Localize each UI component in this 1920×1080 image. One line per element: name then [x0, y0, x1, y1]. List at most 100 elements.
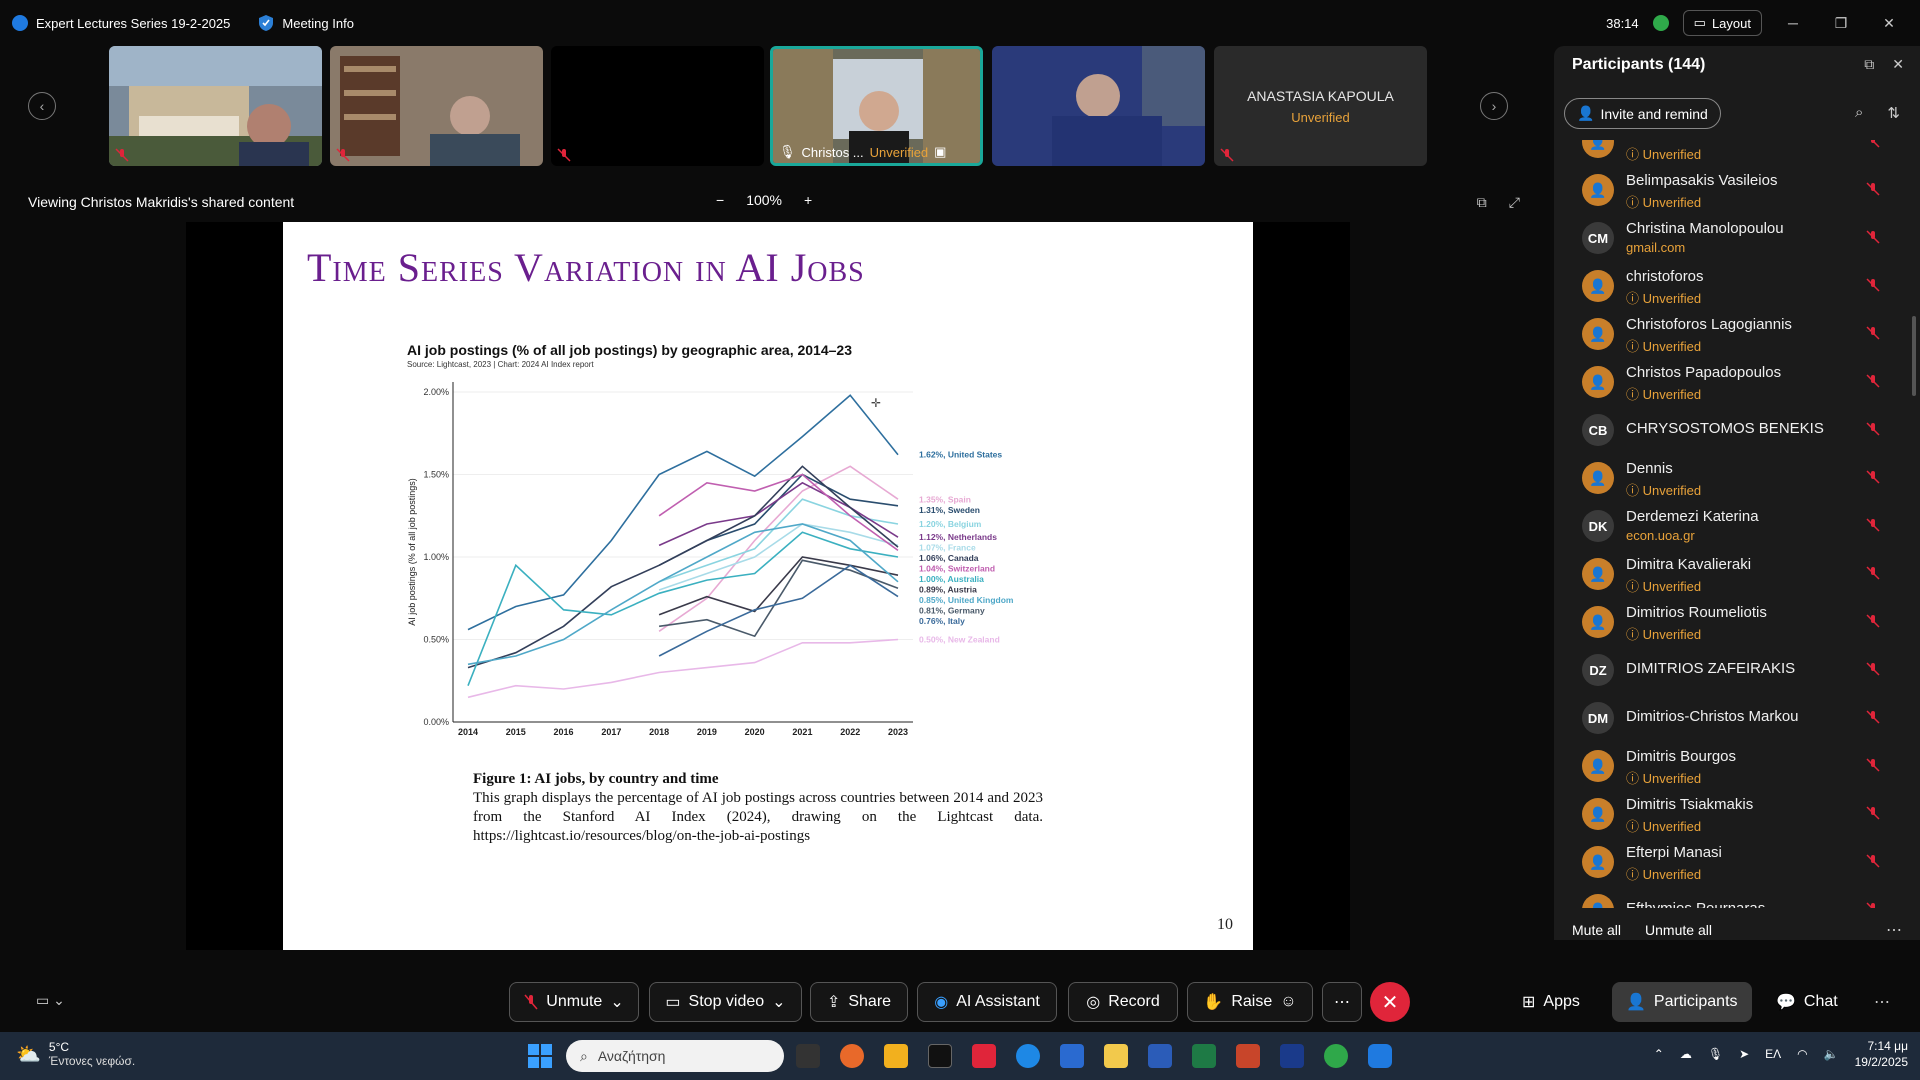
stop-video-button[interactable]: ▭ Stop video ⌄ — [649, 982, 802, 1022]
video-tile[interactable] — [330, 46, 543, 166]
participant-row[interactable]: 👤 Efterpi Manasi ⓘ Unverified — [1554, 838, 1914, 886]
word-icon[interactable] — [1148, 1044, 1172, 1068]
fullscreen-icon[interactable]: ⤢ — [1509, 194, 1520, 211]
participant-row[interactable]: DZ DIMITRIOS ZAFEIRAKIS — [1554, 646, 1914, 694]
participant-row[interactable]: 👤 Belimpasakis Vasileios ⓘ Unverified — [1554, 166, 1914, 214]
mic-muted-icon[interactable] — [1866, 566, 1880, 580]
chrome-icon[interactable] — [1324, 1044, 1348, 1068]
video-tile-no-video[interactable]: ANASTASIA KAPOULA Unverified — [1214, 46, 1427, 166]
network-status-icon[interactable] — [1652, 15, 1669, 31]
language-indicator[interactable]: ΕΛ — [1765, 1047, 1781, 1061]
sort-icon[interactable]: ⇅ — [1887, 104, 1900, 122]
mic-muted-icon[interactable] — [1866, 518, 1880, 532]
mic-muted-icon — [336, 148, 350, 162]
webex-meetings-icon[interactable] — [1368, 1044, 1392, 1068]
strip-prev-icon[interactable]: ‹ — [28, 92, 56, 120]
scrollbar[interactable] — [1912, 316, 1916, 396]
layout-button[interactable]: ▭ Layout — [1682, 10, 1762, 36]
chevron-up-icon[interactable]: ⌃ — [1654, 1047, 1664, 1061]
record-button[interactable]: ◎ Record — [1068, 982, 1178, 1022]
mic-muted-icon[interactable] — [1866, 662, 1880, 676]
location-icon[interactable]: ➤ — [1739, 1047, 1749, 1061]
participant-row[interactable]: CB CHRYSOSTOMOS BENEKIS — [1554, 406, 1914, 454]
restore-icon[interactable]: ❐ — [1824, 15, 1858, 32]
video-tile[interactable] — [992, 46, 1205, 166]
unmute-button[interactable]: Unmute ⌄ — [509, 982, 639, 1022]
mic-muted-icon[interactable] — [1866, 902, 1880, 908]
mic-muted-icon[interactable] — [1866, 614, 1880, 628]
participant-row[interactable]: 👤 Efthymios Pournaras — [1554, 886, 1914, 908]
tradingview-icon[interactable] — [928, 1044, 952, 1068]
participant-row[interactable]: 👤 ⓘ Unverified — [1554, 140, 1914, 166]
mic-muted-icon[interactable] — [1866, 182, 1880, 196]
mic-muted-icon[interactable] — [1866, 374, 1880, 388]
minimize-icon[interactable]: ─ — [1776, 15, 1810, 31]
participant-row[interactable]: 👤 Dimitrios Roumeliotis ⓘ Unverified — [1554, 598, 1914, 646]
pop-out-icon[interactable]: ⧉ — [1864, 56, 1874, 73]
excel-icon[interactable] — [1192, 1044, 1216, 1068]
participant-row[interactable]: DK Derdemezi Katerina econ.uoa.gr — [1554, 502, 1914, 550]
toolbar-more-icon[interactable]: ⋯ — [1874, 982, 1890, 1022]
store-icon[interactable] — [1060, 1044, 1084, 1068]
participant-row[interactable]: 👤 Dimitra Kavalieraki ⓘ Unverified — [1554, 550, 1914, 598]
mic-muted-icon[interactable] — [1866, 710, 1880, 724]
search-icon[interactable]: ⌕ — [1855, 104, 1863, 122]
mic-muted-icon[interactable] — [1866, 326, 1880, 340]
share-button[interactable]: ⇪ Share — [810, 982, 908, 1022]
webex-icon[interactable] — [1280, 1044, 1304, 1068]
apps-button[interactable]: ⊞ Apps — [1522, 982, 1580, 1022]
close-panel-icon[interactable]: ✕ — [1892, 56, 1904, 73]
raise-hand-button[interactable]: ✋ Raise ☺ — [1187, 982, 1313, 1022]
edge-icon[interactable] — [1016, 1044, 1040, 1068]
active-speaker-tile[interactable]: 🎙 Christos ... Unverified ▣ — [770, 46, 983, 166]
cloud-icon[interactable]: ☁ — [1680, 1047, 1692, 1061]
taskbar-search[interactable]: ⌕ Αναζήτηση — [566, 1040, 784, 1072]
app-icon[interactable] — [884, 1044, 908, 1068]
unmute-all-button[interactable]: Unmute all — [1645, 922, 1712, 938]
participant-row[interactable]: 👤 Dimitris Bourgos ⓘ Unverified — [1554, 742, 1914, 790]
participant-row[interactable]: 👤 Christos Papadopoulos ⓘ Unverified — [1554, 358, 1914, 406]
wifi-icon[interactable]: ◠ — [1797, 1047, 1807, 1061]
video-tile[interactable] — [109, 46, 322, 166]
mic-muted-icon[interactable]: 🎙 — [1708, 1047, 1723, 1061]
weather-widget[interactable]: ⛅ 5°C Έντονες νεφώσ. — [16, 1040, 135, 1068]
strip-next-icon[interactable]: › — [1480, 92, 1508, 120]
meeting-info-button[interactable]: Meeting Info — [258, 14, 354, 32]
zoom-in-button[interactable]: + — [804, 192, 812, 208]
file-explorer-icon[interactable] — [1104, 1044, 1128, 1068]
invite-and-remind-button[interactable]: 👤 Invite and remind — [1564, 98, 1721, 129]
clock[interactable]: 7:14 μμ 19/2/2025 — [1855, 1038, 1908, 1070]
participant-row[interactable]: 👤 christoforos ⓘ Unverified — [1554, 262, 1914, 310]
participant-row[interactable]: CM Christina Manolopoulou gmail.com — [1554, 214, 1914, 262]
mic-muted-icon[interactable] — [1866, 854, 1880, 868]
ai-assistant-button[interactable]: ◉ AI Assistant — [917, 982, 1057, 1022]
mic-muted-icon[interactable] — [1866, 470, 1880, 484]
mic-muted-icon[interactable] — [1866, 806, 1880, 820]
mic-muted-icon[interactable] — [1866, 422, 1880, 436]
firefox-icon[interactable] — [840, 1044, 864, 1068]
powerpoint-icon[interactable] — [1236, 1044, 1260, 1068]
participant-row[interactable]: 👤 Dimitris Tsiakmakis ⓘ Unverified — [1554, 790, 1914, 838]
app-icon[interactable] — [972, 1044, 996, 1068]
leave-meeting-button[interactable]: ✕ — [1370, 982, 1410, 1022]
mic-muted-icon[interactable] — [1866, 140, 1880, 148]
video-tile[interactable] — [551, 46, 764, 166]
close-window-icon[interactable]: ✕ — [1872, 15, 1906, 32]
zoom-out-button[interactable]: − — [716, 192, 724, 208]
mute-all-button[interactable]: Mute all — [1572, 922, 1621, 938]
pop-out-share-icon[interactable]: ⧉ — [1477, 194, 1487, 211]
more-options-icon[interactable]: ⋯ — [1886, 920, 1902, 940]
task-view-icon[interactable] — [796, 1044, 820, 1068]
more-button[interactable]: ⋯ — [1322, 982, 1362, 1022]
participant-row[interactable]: DM Dimitrios-Christos Markou — [1554, 694, 1914, 742]
participants-button[interactable]: 👤 Participants — [1612, 982, 1752, 1022]
mic-muted-icon[interactable] — [1866, 230, 1880, 244]
participant-row[interactable]: 👤 Dennis ⓘ Unverified — [1554, 454, 1914, 502]
mic-muted-icon[interactable] — [1866, 278, 1880, 292]
mic-muted-icon[interactable] — [1866, 758, 1880, 772]
participant-row[interactable]: 👤 Christoforos Lagogiannis ⓘ Unverified — [1554, 310, 1914, 358]
windows-start-icon[interactable] — [528, 1044, 552, 1068]
captions-icon[interactable]: ▭ ⌄ — [36, 992, 65, 1009]
volume-icon[interactable]: 🔈 — [1824, 1047, 1839, 1061]
chat-button[interactable]: 💬 Chat — [1776, 982, 1838, 1022]
